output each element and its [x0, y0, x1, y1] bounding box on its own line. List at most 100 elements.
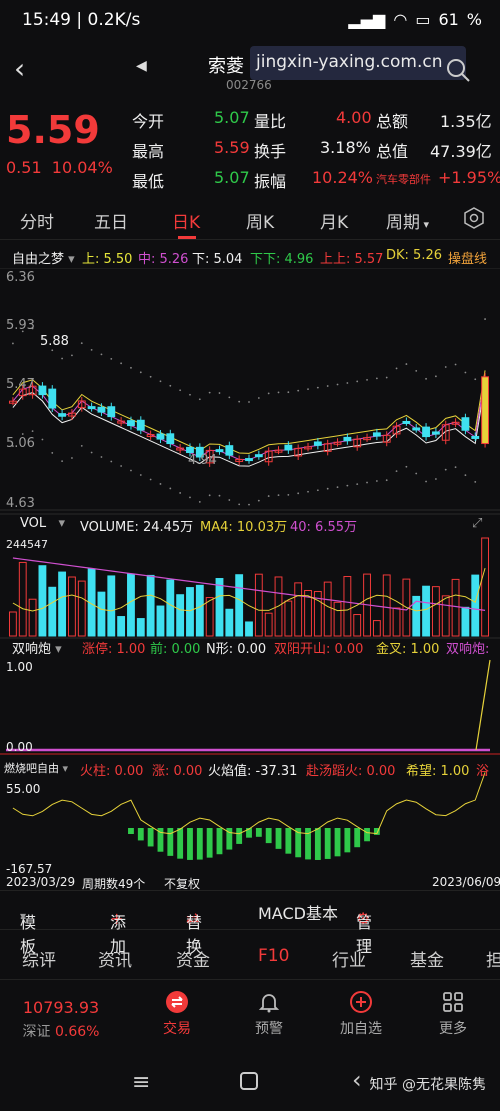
volume-indicator-name[interactable]: VOL ▾	[20, 516, 65, 531]
kline-y-label: 5.06	[6, 436, 35, 451]
candle	[313, 441, 322, 446]
candle	[372, 432, 381, 437]
tab-fund[interactable]: 基金	[410, 946, 444, 971]
volume-bar	[235, 574, 244, 637]
search-icon[interactable]	[444, 56, 472, 84]
expand-icon[interactable]: ⤢	[472, 516, 482, 531]
indicator-name[interactable]: 自由之梦 ▾	[12, 248, 75, 267]
settings-icon[interactable]	[462, 206, 486, 230]
channel-dot	[248, 503, 250, 506]
tab-funds[interactable]: 资金	[176, 946, 210, 971]
volume-bar	[166, 579, 175, 637]
label-low: 最低	[132, 172, 165, 191]
volume-bar	[461, 606, 470, 637]
channel-dot	[277, 494, 280, 496]
period-tabs: 分时 五日 日K 周K 月K 周期 ▾	[0, 198, 500, 240]
channel-dot	[425, 377, 427, 380]
channel-dot	[277, 391, 280, 394]
shx-indicator-name[interactable]: 双响炮 ▾	[12, 638, 62, 657]
indicator-legend: 自由之梦 ▾ 上: 5.50 中: 5.26 下: 5.04 下下: 4.96 …	[0, 248, 500, 268]
channel-dot	[198, 501, 201, 503]
fire-bar	[334, 828, 341, 857]
fire-bar	[147, 828, 154, 847]
active-tab-indicator	[178, 236, 196, 239]
nav-more[interactable]: 更多	[418, 990, 488, 1038]
index-name: 深证	[22, 1024, 51, 1040]
fire-bar	[275, 828, 282, 849]
axis-start-date: 2023/03/29	[6, 875, 76, 889]
axis-end-date: 2023/06/09	[432, 875, 500, 889]
candle	[215, 449, 224, 453]
channel-dot	[474, 378, 477, 381]
value-volume-ratio: 4.00	[336, 108, 372, 127]
channel-dot	[228, 396, 231, 399]
chart-area[interactable]	[0, 268, 500, 890]
channel-dot	[21, 433, 24, 435]
volume-ma40: 40: 6.55万	[290, 520, 357, 535]
channel-dot	[415, 369, 418, 372]
channel-dot	[395, 367, 398, 370]
indicator-upper-upper: 上上: 5.57	[320, 252, 384, 267]
tab-daily-k[interactable]: 日K	[172, 208, 200, 233]
volume-bar	[343, 576, 352, 637]
tab-weekly-k[interactable]: 周K	[246, 208, 274, 233]
macd-button[interactable]: MACD基本	[258, 900, 338, 924]
tab-news[interactable]: 资讯	[98, 946, 132, 971]
shx-bottom-label: 0.00	[6, 740, 33, 754]
tab-overview[interactable]: 综评	[22, 946, 56, 971]
indicator-upper: 上: 5.50	[82, 252, 133, 267]
prev-stock-icon[interactable]: ◀	[136, 58, 147, 74]
fire-bar	[324, 828, 331, 859]
channel-dot	[120, 362, 123, 365]
channel-dot	[189, 496, 191, 499]
credit-watermark: 知乎 @无花果陈隽	[369, 1077, 486, 1093]
channel-dot	[297, 492, 300, 495]
channel-dot	[238, 503, 241, 506]
shx-double-yang: 双阳开山: 0.00	[274, 642, 364, 657]
home-icon[interactable]	[240, 1072, 258, 1090]
menu-icon[interactable]: ≡	[132, 1070, 150, 1095]
indicator-toolbar: 模板 ▾ + 添加 ⇄ 替换 MACD基本 ⚙ 管理	[0, 890, 500, 956]
channel-dot	[385, 479, 388, 482]
nav-trade[interactable]: 交易	[142, 990, 212, 1038]
channel-dot	[248, 401, 250, 403]
channel-dot	[385, 376, 388, 379]
channel-dot	[51, 452, 54, 454]
shx-n-shape: N形: 0.00	[206, 642, 267, 657]
channel-dot	[218, 494, 221, 497]
info-tabs: 综评 资讯 资金 F10 行业 基金 担	[0, 934, 500, 980]
fire-bar	[285, 828, 292, 854]
fire-through-fire: 赴汤蹈火: 0.00	[306, 764, 396, 779]
channel-dot	[139, 371, 142, 374]
candle	[225, 445, 234, 456]
volume-bar	[146, 574, 155, 637]
volume-bar	[382, 574, 391, 637]
tab-intraday[interactable]: 分时	[20, 208, 54, 233]
trade-icon	[166, 991, 188, 1013]
nav-watch[interactable]: 加自选	[326, 990, 396, 1038]
fire-indicator-name[interactable]: 燃烧吧自由 ▾	[4, 760, 68, 776]
back-nav-icon[interactable]: ‹	[352, 1066, 362, 1094]
price-change: 0.51 10.04%	[6, 158, 113, 177]
index-ticker[interactable]: 10793.93 深证 0.66%	[16, 990, 106, 1041]
status-icons: ▂▄▆ ◠ ▭ 61%	[348, 10, 482, 29]
indicator-lower-lower: 下下: 4.96	[250, 252, 314, 267]
label-sector[interactable]: 汽车零部件	[376, 171, 431, 187]
tab-industry[interactable]: 行业	[332, 946, 366, 971]
shx-limit-up: 涨停: 1.00	[82, 642, 146, 657]
tab-period[interactable]: 周期 ▾	[386, 208, 429, 233]
kline-high-marker: 5.88	[40, 334, 69, 349]
back-icon[interactable]: ‹	[14, 52, 44, 85]
tab-monthly-k[interactable]: 月K	[320, 208, 348, 233]
indicator-dk: DK: 5.26	[386, 248, 442, 263]
tab-more-cut[interactable]: 担	[486, 946, 500, 971]
fire-top-label: 55.00	[6, 782, 41, 796]
fire-bar	[196, 828, 203, 860]
fire-rise: 涨: 0.00	[152, 764, 203, 779]
volume-bar	[471, 574, 480, 637]
tab-five-day[interactable]: 五日	[94, 208, 128, 233]
fire-bar	[314, 828, 321, 860]
nav-alert[interactable]: 预警	[234, 990, 304, 1038]
tab-f10[interactable]: F10	[258, 946, 289, 966]
fire-legend: 燃烧吧自由 ▾ 火柱: 0.00 涨: 0.00 火焰值: -37.31 赴汤蹈…	[0, 760, 500, 779]
